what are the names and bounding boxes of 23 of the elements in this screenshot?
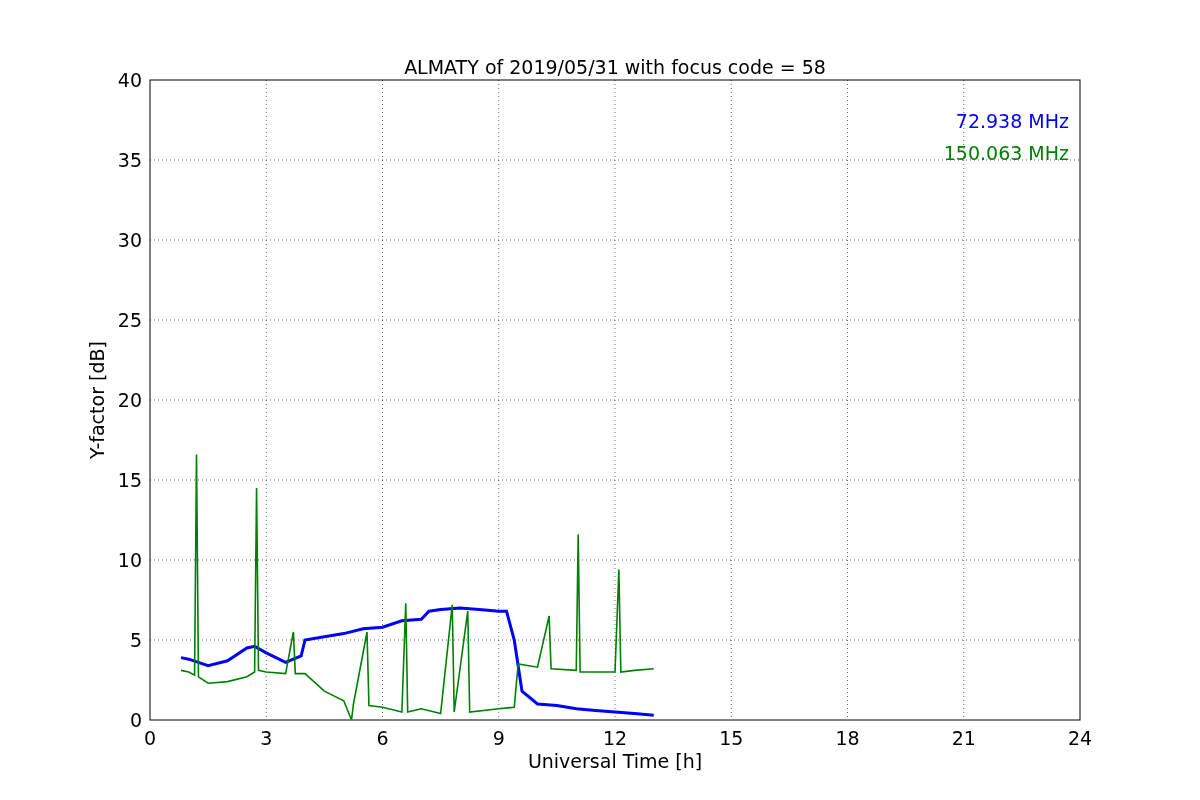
x-tick-label: 21 — [951, 727, 976, 749]
x-tick-label: 24 — [1067, 727, 1093, 749]
x-tick-label: 0 — [143, 727, 157, 749]
y-tick-label: 10 — [117, 549, 142, 571]
y-tick-label: 5 — [129, 629, 142, 651]
chart-title: ALMATY of 2019/05/31 with focus code = 58 — [404, 56, 826, 78]
x-tick-label: 9 — [492, 727, 505, 749]
y-axis-label: Y-factor [dB] — [86, 341, 108, 459]
y-tick-label: 0 — [129, 709, 142, 731]
y-tick-label: 20 — [117, 389, 142, 411]
y-tick-label: 15 — [117, 469, 142, 491]
legend-label: 72.938 MHz — [955, 110, 1069, 132]
legend-label: 150.063 MHz — [943, 142, 1069, 164]
x-tick-label: 6 — [376, 727, 389, 749]
y-tick-label: 35 — [117, 149, 142, 171]
y-tick-label: 25 — [117, 309, 142, 331]
y-tick-label: 40 — [117, 69, 142, 91]
x-tick-label: 15 — [719, 727, 744, 749]
x-tick-label: 18 — [835, 727, 860, 749]
x-axis-label: Universal Time [h] — [527, 750, 703, 772]
y-tick-label: 30 — [117, 229, 142, 251]
x-tick-label: 3 — [260, 727, 273, 749]
x-tick-label: 12 — [602, 727, 628, 749]
